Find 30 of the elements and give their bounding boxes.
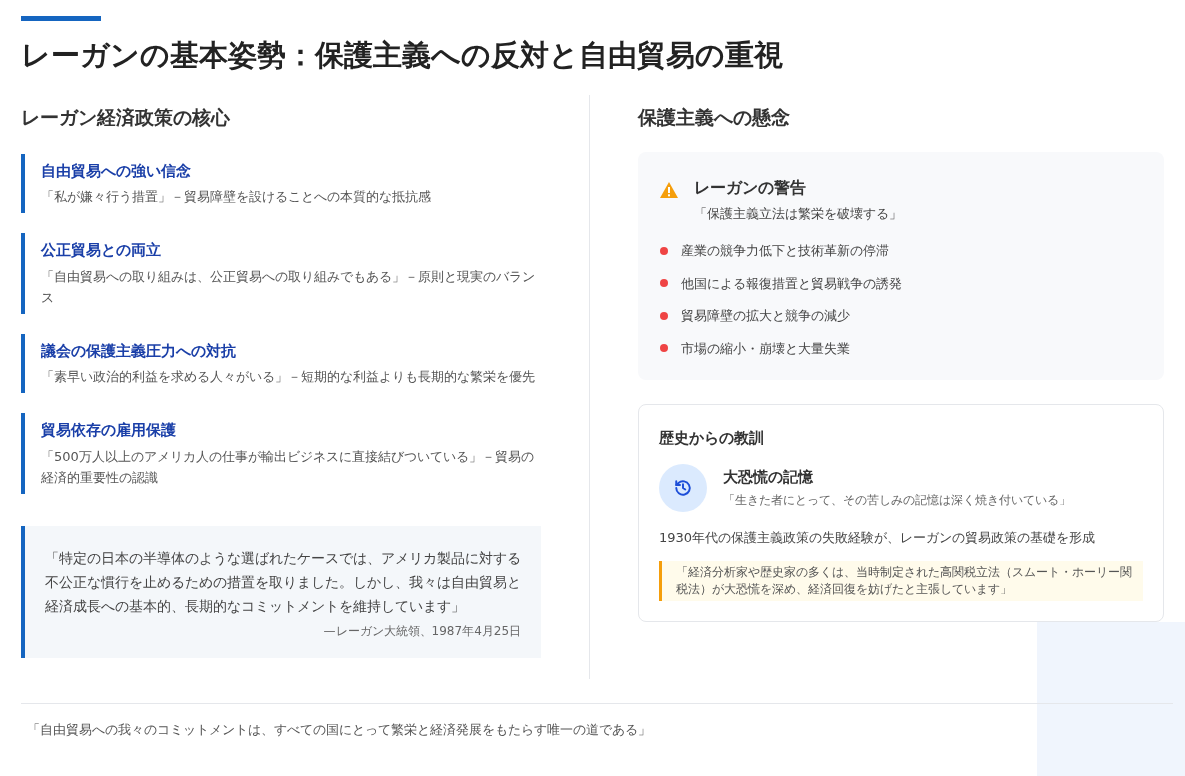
bullet-icon	[660, 279, 669, 288]
quote-text: 「特定の日本の半導体のような選ばれたケースでは、アメリカ製品に対する不公正な慣行を止めるための措置を取りました。しかし、我々は自由貿易と経済成長への基本的、長期的なコミットメントを維持しています」	[45, 548, 522, 616]
page-title: レーガンの基本姿勢：保護主義への反対と自由貿易の重視	[21, 37, 784, 74]
lesson-heading: 歴史からの教訓	[659, 428, 766, 449]
point-title: 公正貿易との両立	[41, 240, 162, 261]
footer-quote: 「自由貿易への我々のコミットメントは、すべての国にとって繁栄と経済発展をもたらす唯一の道である」	[26, 721, 652, 739]
warning-item: 他国による報復措置と貿易戦争の誘発	[681, 274, 903, 293]
point-text: 「500万人以上のアメリカ人の仕事が輸出ビジネスに直接結びついている」－貿易の経済的重要性の認識	[41, 447, 535, 487]
bullet-icon	[660, 246, 669, 255]
warning-item: 産業の競争力低下と技術革新の停滞	[681, 242, 890, 260]
bullet-icon	[660, 311, 669, 320]
point-text: 「素早い政治的利益を求める人々がいる」－短期的な利益よりも長期的な繁栄を優先	[41, 368, 536, 386]
warning-title: レーガンの警告	[694, 176, 808, 199]
lesson-note: 「経済分析家や歴史家の多くは、当時制定された高関税立法（スムート・ホーリー関税法）が大恐慌を深め、経済回復を妨げたと主張しています」	[659, 561, 1143, 601]
point-title: 自由貿易への強い信念	[41, 160, 192, 182]
point-text: 「自由貿易への取り組みは、公正貿易への取り組みでもある」－原則と現実のバランス	[41, 267, 536, 307]
section-heading: 保護主義への懸念	[638, 105, 792, 130]
quote-attribution: —レーガン大統領、1987年4月25日	[322, 622, 522, 640]
warning-quote: 「保護主義立法は繁栄を破壊する」	[694, 204, 903, 223]
warning-item: 市場の縮小・崩壊と大量失業	[681, 339, 851, 358]
lesson-title: 大恐慌の記憶	[723, 467, 815, 489]
point-title: 議会の保護主義圧力への対抗	[41, 340, 237, 362]
lesson-subtitle: 「生きた者にとって、その苦しみの記憶は深く焼き付いている」	[723, 491, 1072, 509]
bullet-icon	[660, 344, 669, 353]
section-heading: レーガン経済政策の核心	[21, 105, 231, 130]
warning-icon	[660, 181, 679, 198]
point-title: 貿易依存の雇用保護	[41, 420, 177, 441]
lesson-text: 1930年代の保護主義政策の失敗経験が、レーガンの貿易政策の基礎を形成	[659, 528, 1097, 547]
point-text: 「私が嫌々行う措置」－貿易障壁を設けることへの本質的な抵抗感	[41, 188, 432, 206]
warning-item: 貿易障壁の拡大と競争の減少	[681, 307, 851, 325]
